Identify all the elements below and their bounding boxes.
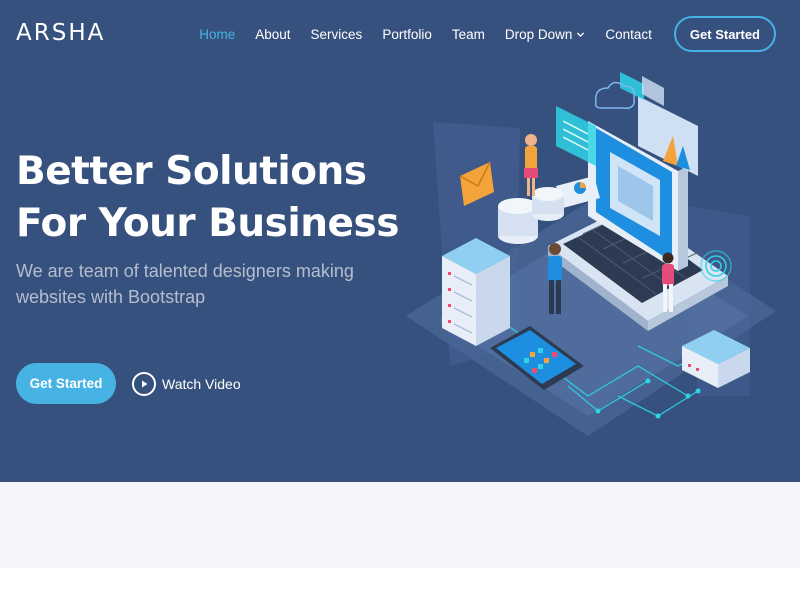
nav-home[interactable]: Home [199,27,235,42]
nav-services[interactable]: Services [311,27,363,42]
hero-section: ARSHA Home About Services Portfolio Team… [0,0,800,482]
header-get-started-button[interactable]: Get Started [673,16,776,52]
nav-portfolio[interactable]: Portfolio [382,27,432,42]
nav-team[interactable]: Team [452,27,485,42]
section-background [0,482,800,568]
hero-get-started-button[interactable]: Get Started [16,363,116,404]
play-icon [132,372,156,396]
nav-dropdown[interactable]: Drop Down [505,27,586,42]
watch-video-button[interactable]: Watch Video [132,370,241,398]
main-nav: Home About Services Portfolio Team Drop … [199,16,776,52]
page-bottom [0,568,800,600]
nav-about[interactable]: About [255,27,290,42]
hero-illustration [406,72,776,436]
hero-title: Better Solutions For Your Business [16,149,399,246]
chevron-down-icon [577,31,585,37]
site-logo[interactable]: ARSHA [16,20,105,46]
nav-contact[interactable]: Contact [605,27,652,42]
nav-dropdown-label: Drop Down [504,26,573,42]
hero-subtitle: We are team of talented designers making… [16,261,354,307]
watch-video-label: Watch Video [162,376,241,392]
